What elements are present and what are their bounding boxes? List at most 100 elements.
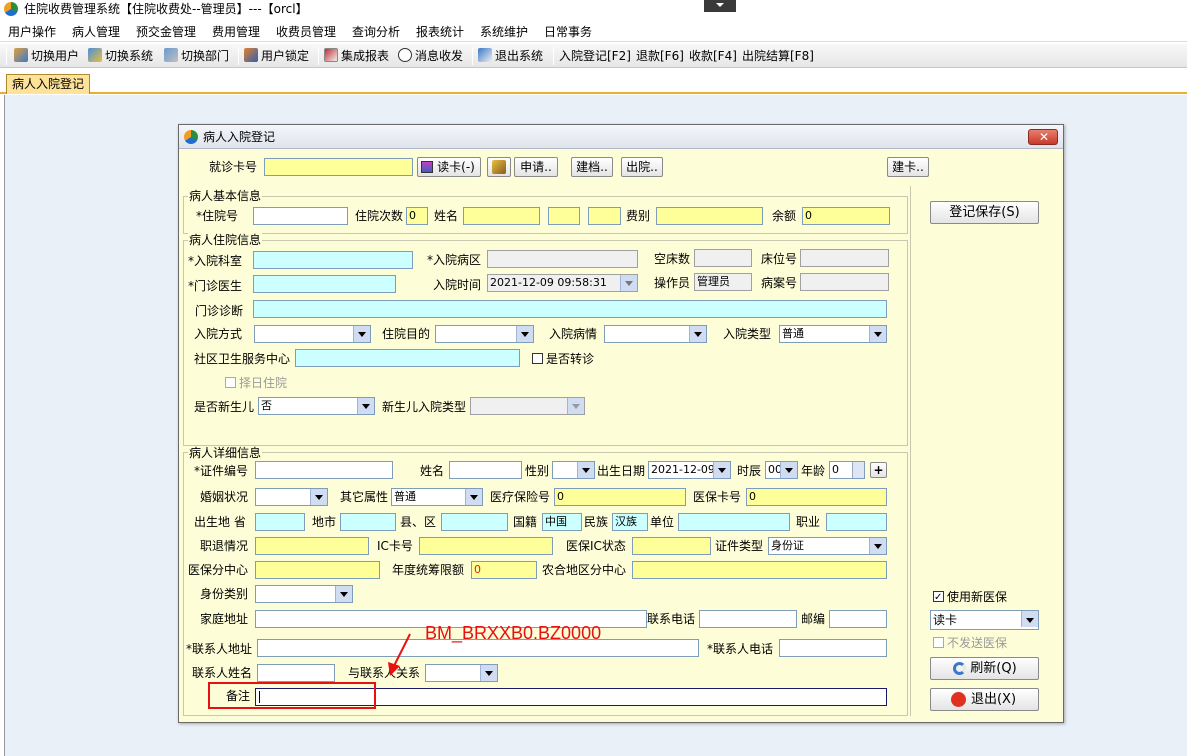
bed-no-input[interactable]: [800, 249, 889, 267]
age-plus-button[interactable]: +: [870, 462, 887, 478]
nationality-input[interactable]: 中国: [542, 513, 582, 531]
card-no-input[interactable]: [264, 158, 413, 176]
toolbar-collect[interactable]: 收款[F4]: [689, 47, 737, 65]
menu-reports[interactable]: 报表统计: [416, 22, 464, 42]
clinic-doctor-input[interactable]: [253, 275, 396, 293]
condition-select[interactable]: [604, 325, 707, 343]
toolbar-exit-system[interactable]: 退出系统: [478, 47, 543, 65]
menu-deposit[interactable]: 预交金管理: [136, 22, 196, 42]
patient-age-input[interactable]: [588, 207, 621, 225]
identity-select[interactable]: [255, 585, 353, 603]
tab-admission[interactable]: 病人入院登记: [6, 74, 90, 94]
id-type-select[interactable]: 身份证: [768, 537, 887, 555]
clear-button[interactable]: [487, 157, 511, 177]
inpatient-no-input[interactable]: [253, 207, 348, 225]
menu-fees[interactable]: 费用管理: [212, 22, 260, 42]
spinner-up-icon[interactable]: [852, 462, 864, 470]
admit-dept-input[interactable]: [253, 251, 413, 269]
toolbar-switch-dept[interactable]: 切换部门: [164, 47, 229, 65]
new-ins-checkbox[interactable]: 使用新医保: [933, 588, 1008, 607]
exit-button[interactable]: 退出(X): [930, 688, 1039, 711]
toolbar-integrated-report-label: 集成报表: [341, 49, 390, 63]
menu-system[interactable]: 系统维护: [480, 22, 528, 42]
toolbar-messages[interactable]: 消息收发: [398, 47, 463, 65]
sex-select[interactable]: [552, 461, 595, 479]
spinner-down-icon[interactable]: [852, 470, 864, 478]
zip-input[interactable]: [829, 610, 887, 628]
relation-select[interactable]: [425, 664, 498, 682]
apply-button[interactable]: 申请..: [514, 157, 558, 177]
admit-ward-input[interactable]: [487, 250, 638, 268]
transfer-checkbox[interactable]: 是否转诊: [532, 350, 594, 368]
birth-hour-select[interactable]: 00: [765, 461, 798, 479]
menu-query[interactable]: 查询分析: [352, 22, 400, 42]
patient-sex-input[interactable]: [548, 207, 580, 225]
empty-beds-input[interactable]: [694, 249, 752, 267]
toolbar-lock-user[interactable]: 用户锁定: [244, 47, 309, 65]
ins-center-input[interactable]: [255, 561, 380, 579]
annual-limit-input[interactable]: 0: [471, 561, 537, 579]
toolbar-admission[interactable]: 入院登记[F2]: [559, 47, 631, 65]
county-input[interactable]: [441, 513, 508, 531]
admit-way-select[interactable]: [254, 325, 371, 343]
new-ins-label: 使用新医保: [947, 590, 1008, 604]
diagnosis-input[interactable]: [253, 300, 887, 318]
balance-input[interactable]: 0: [802, 207, 890, 225]
discharge-button[interactable]: 出院..: [621, 157, 663, 177]
contact-phone-input[interactable]: [779, 639, 887, 657]
menu-cashier[interactable]: 收费员管理: [276, 22, 336, 42]
select-day-checkbox[interactable]: 择日住院: [225, 374, 287, 392]
read-card-button[interactable]: 读卡(-): [417, 157, 481, 177]
unit-input[interactable]: [678, 513, 790, 531]
rural-center-input[interactable]: [632, 561, 887, 579]
create-file-button[interactable]: 建档..: [571, 157, 613, 177]
newborn-select[interactable]: 否: [258, 397, 375, 415]
job-input[interactable]: [826, 513, 887, 531]
birth-date-picker[interactable]: 2021-12-09: [648, 461, 731, 479]
city-input[interactable]: [340, 513, 396, 531]
ins-card-input[interactable]: 0: [746, 488, 887, 506]
menu-daily[interactable]: 日常事务: [544, 22, 592, 42]
retire-input[interactable]: [255, 537, 369, 555]
ethnicity-input[interactable]: 汉族: [612, 513, 648, 531]
birthplace-input[interactable]: [255, 513, 305, 531]
age-spinner[interactable]: 0: [829, 461, 865, 479]
toolbar-switch-user[interactable]: 切换用户: [14, 47, 79, 65]
create-card-button[interactable]: 建卡..: [887, 157, 929, 177]
toolbar-discharge[interactable]: 出院结算[F8]: [742, 47, 814, 65]
read-card-select[interactable]: 读卡: [930, 610, 1039, 630]
case-no-input[interactable]: [800, 273, 889, 291]
clinic-doctor-label: *门诊医生: [188, 279, 243, 293]
save-button[interactable]: 登记保存(S): [930, 201, 1039, 224]
menu-user[interactable]: 用户操作: [8, 22, 56, 42]
operator-input[interactable]: 管理员: [694, 273, 752, 291]
toolbar-integrated-report[interactable]: 集成报表: [324, 47, 389, 65]
purpose-select[interactable]: [435, 325, 534, 343]
id-no-input[interactable]: [255, 461, 393, 479]
other-attr-select[interactable]: 普通: [391, 488, 483, 506]
detail-name-input[interactable]: [449, 461, 522, 479]
newborn-type-select[interactable]: [470, 397, 585, 415]
contact-name-input[interactable]: [257, 664, 335, 682]
patient-name-input[interactable]: [463, 207, 540, 225]
admit-time-picker[interactable]: 2021-12-09 09:58:31: [487, 274, 638, 292]
stay-times-input[interactable]: 0: [406, 207, 428, 225]
other-attr-label: 其它属性: [340, 490, 389, 504]
ic-input[interactable]: [419, 537, 553, 555]
dialog-close-button[interactable]: ✕: [1028, 129, 1058, 145]
ic-status-input[interactable]: [632, 537, 711, 555]
phone-input[interactable]: [699, 610, 797, 628]
marital-select[interactable]: [255, 488, 328, 506]
fee-type-input[interactable]: [656, 207, 763, 225]
window-collapse-button[interactable]: [704, 0, 736, 12]
admit-type-select[interactable]: 普通: [779, 325, 887, 343]
medical-ins-input[interactable]: 0: [554, 488, 686, 506]
toolbar-switch-system[interactable]: 切换系统: [88, 47, 153, 65]
no-send-checkbox[interactable]: 不发送医保: [933, 634, 1007, 652]
community-input[interactable]: [295, 349, 520, 367]
address-label: 家庭地址: [200, 612, 249, 626]
title-bar: 住院收费管理系统【住院收费处--管理员】---【orcl】: [0, 0, 1187, 20]
menu-patient[interactable]: 病人管理: [72, 22, 120, 42]
toolbar-refund[interactable]: 退款[F6]: [636, 47, 684, 65]
refresh-button[interactable]: 刷新(Q): [930, 657, 1039, 680]
